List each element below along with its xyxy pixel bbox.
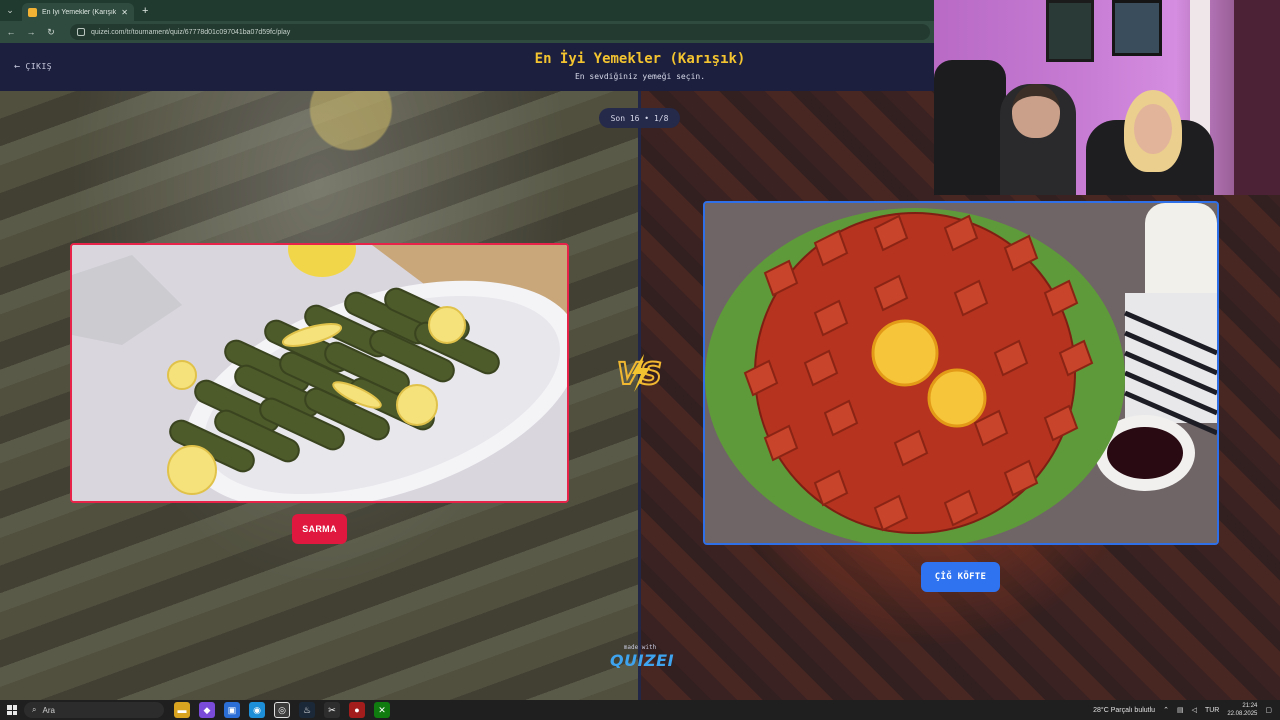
- volume-icon[interactable]: ◁: [1192, 706, 1197, 714]
- site-info-icon[interactable]: [77, 28, 85, 36]
- exit-label: ÇIKIŞ: [25, 62, 53, 71]
- copilot-icon[interactable]: ◆: [199, 702, 215, 718]
- tab-search-icon[interactable]: ⌄: [0, 0, 20, 21]
- left-option-image[interactable]: [70, 243, 569, 503]
- gaming-chair: [934, 60, 1006, 195]
- windows-taskbar: ⌕ Ara ▬ ◆ ▣ ◉ ◎ ♨ ✂ ● ✕ 28°C Parçalı bul…: [0, 700, 1280, 720]
- browser-tab[interactable]: En İyi Yemekler (Karışık) - Quizei ✕: [22, 3, 134, 21]
- quizei-logo: QUIZEI: [610, 651, 675, 670]
- system-tray: 28°C Parçalı bulutlu ⌃ ▤ ◁ TUR 21:24 22.…: [1093, 700, 1272, 720]
- tray-chevron-icon[interactable]: ⌃: [1163, 706, 1169, 714]
- xbox-icon[interactable]: ✕: [374, 702, 390, 718]
- clock[interactable]: 21:24 22.08.2025: [1227, 702, 1257, 718]
- made-with-quizei[interactable]: made with QUIZEI: [610, 644, 675, 670]
- edge-icon[interactable]: ◉: [249, 702, 265, 718]
- curtain: [1234, 0, 1280, 195]
- sarma-plate-illustration: [72, 245, 567, 501]
- wall-painting: [1112, 0, 1162, 56]
- select-left-button[interactable]: SARMA: [292, 514, 347, 544]
- chrome-icon[interactable]: ◎: [274, 702, 290, 718]
- url-text: quizei.com/tr/tournament/quiz/67778d01c0…: [91, 28, 291, 36]
- screen: ⌄ En İyi Yemekler (Karışık) - Quizei ✕ +…: [0, 0, 1280, 720]
- center-divider: [638, 91, 641, 700]
- tab-title: En İyi Yemekler (Karışık) - Quizei: [42, 8, 117, 16]
- obs-icon[interactable]: ●: [349, 702, 365, 718]
- round-indicator: Son 16 • 1/8: [599, 108, 680, 128]
- search-icon: ⌕: [32, 705, 37, 714]
- start-button[interactable]: [0, 700, 24, 720]
- reload-icon[interactable]: ↻: [46, 27, 56, 38]
- capcut-icon[interactable]: ✂: [324, 702, 340, 718]
- streamer-head: [1012, 84, 1060, 138]
- page-title: En İyi Yemekler (Karışık): [534, 51, 746, 67]
- cohost-face: [1134, 104, 1172, 154]
- page-header: ← ÇIKIŞ En İyi Yemekler (Karışık) En sev…: [0, 43, 934, 91]
- notification-icon[interactable]: ▢: [1265, 706, 1272, 714]
- forward-icon[interactable]: →: [26, 27, 36, 37]
- clock-date: 22.08.2025: [1227, 711, 1258, 717]
- steam-icon[interactable]: ♨: [299, 702, 315, 718]
- windows-logo-icon: [7, 705, 17, 715]
- new-tab-button[interactable]: +: [142, 5, 148, 17]
- search-placeholder: Ara: [42, 705, 55, 715]
- network-icon[interactable]: ▤: [1177, 706, 1184, 714]
- tab-close-icon[interactable]: ✕: [121, 8, 128, 17]
- clock-time: 21:24: [1242, 703, 1258, 709]
- right-option-image[interactable]: [703, 201, 1219, 545]
- cig-kofte-plate-illustration: [705, 203, 1217, 543]
- back-icon[interactable]: ←: [6, 27, 16, 37]
- language-indicator[interactable]: TUR: [1205, 707, 1219, 714]
- file-explorer-icon[interactable]: ▬: [174, 702, 190, 718]
- page-subtitle: En sevdiğiniz yemeği seçin.: [574, 72, 706, 81]
- address-bar[interactable]: quizei.com/tr/tournament/quiz/67778d01c0…: [70, 24, 930, 40]
- wall-painting: [1046, 0, 1094, 62]
- arrow-left-icon: ←: [14, 61, 21, 72]
- made-with-text: made with: [623, 644, 657, 651]
- webcam-overlay: [934, 0, 1280, 195]
- weather-widget[interactable]: 28°C Parçalı bulutlu: [1093, 707, 1155, 714]
- taskbar-search[interactable]: ⌕ Ara: [24, 702, 164, 718]
- exit-button[interactable]: ← ÇIKIŞ: [14, 61, 52, 72]
- select-right-button[interactable]: ÇİĞ KÖFTE: [921, 562, 1000, 592]
- vs-badge: VS: [616, 354, 663, 393]
- favicon-icon: [28, 7, 37, 17]
- browser-tab-bar: ⌄ En İyi Yemekler (Karışık) - Quizei ✕ +: [0, 0, 934, 21]
- taskbar-apps: ▬ ◆ ▣ ◉ ◎ ♨ ✂ ● ✕: [174, 702, 390, 718]
- store-icon[interactable]: ▣: [224, 702, 240, 718]
- browser-toolbar: ← → ↻ quizei.com/tr/tournament/quiz/6777…: [0, 21, 934, 43]
